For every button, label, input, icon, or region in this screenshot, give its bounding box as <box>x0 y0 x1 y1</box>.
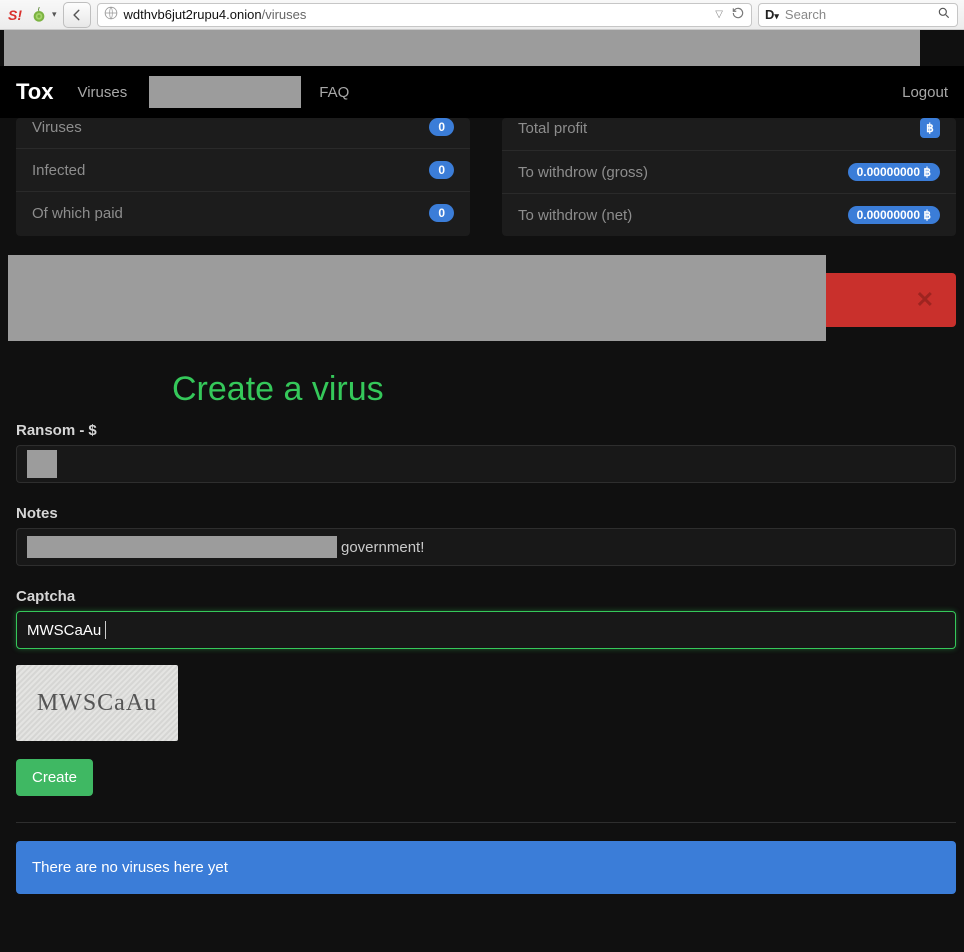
tor-onion-icon[interactable] <box>30 6 48 24</box>
nav-logout[interactable]: Logout <box>902 84 948 101</box>
onion-dropdown-icon[interactable]: ▾ <box>52 9 57 20</box>
page-body: Tox Viruses FAQ Logout Viruses 0 Infecte… <box>0 30 964 952</box>
search-icon[interactable] <box>937 6 951 23</box>
captcha-image-text: MWSCaAu <box>37 690 157 717</box>
redacted-notes-prefix <box>27 536 337 558</box>
stat-value-badge: 0.00000000 ฿ <box>848 163 940 181</box>
search-bar[interactable]: D▾ Search <box>758 3 958 27</box>
stat-value-badge: 0 <box>429 204 454 222</box>
navbar: Tox Viruses FAQ Logout <box>0 66 964 118</box>
stats-panel-right: Total profit ฿ To withdrow (gross) 0.000… <box>502 118 956 236</box>
browser-toolbar: S! ▾ wdthvb6jut2rupu4.onion/viruses ▽ D▾… <box>0 0 964 30</box>
stat-label: To withdrow (gross) <box>518 164 648 181</box>
search-placeholder: Search <box>785 7 826 22</box>
dropdown-history-icon[interactable]: ▽ <box>715 9 723 20</box>
stat-value-badge: 0 <box>429 161 454 179</box>
captcha-input[interactable]: MWSCaAu <box>16 611 956 649</box>
captcha-image: MWSCaAu <box>16 665 178 741</box>
alert-zone: ✕ <box>8 255 956 351</box>
nav-viruses[interactable]: Viruses <box>77 84 127 101</box>
stat-paid: Of which paid 0 <box>16 191 470 234</box>
stat-total-profit: Total profit ฿ <box>502 118 956 150</box>
brand-logo[interactable]: Tox <box>16 79 53 105</box>
search-engine-icon[interactable]: D▾ <box>765 7 779 22</box>
notes-label: Notes <box>16 505 956 522</box>
stat-label: Of which paid <box>32 205 123 222</box>
stat-label: Total profit <box>518 120 587 137</box>
text-caret <box>105 621 106 639</box>
stat-label: Viruses <box>32 119 82 136</box>
create-virus-heading: Create a virus <box>172 370 384 409</box>
back-button[interactable] <box>63 2 91 28</box>
redacted-banner-top <box>4 30 920 66</box>
stat-value-badge: 0 <box>429 118 454 136</box>
extension-icon[interactable]: S! <box>6 6 24 24</box>
globe-icon <box>104 6 118 23</box>
stat-infected: Infected 0 <box>16 148 470 191</box>
dollar-icon: $ <box>88 422 96 439</box>
create-virus-form: Ransom - $ Notes government! Captcha MWS… <box>16 422 956 894</box>
stats-panel-left: Viruses 0 Infected 0 Of which paid 0 <box>16 118 470 236</box>
stat-label: Infected <box>32 162 85 179</box>
redacted-ransom-value <box>27 450 57 478</box>
captcha-input-value: MWSCaAu <box>27 622 101 639</box>
arrow-left-icon <box>70 8 84 22</box>
stat-viruses: Viruses 0 <box>16 118 470 148</box>
stat-label: To withdrow (net) <box>518 207 632 224</box>
notes-suffix-text: government! <box>341 539 424 556</box>
info-banner: There are no viruses here yet <box>16 841 956 894</box>
nav-faq[interactable]: FAQ <box>319 84 349 101</box>
url-bar[interactable]: wdthvb6jut2rupu4.onion/viruses ▽ <box>97 3 752 27</box>
stat-value-badge: 0.00000000 ฿ <box>848 206 940 224</box>
close-icon[interactable]: ✕ <box>916 287 934 313</box>
stat-withdraw-gross: To withdrow (gross) 0.00000000 ฿ <box>502 150 956 193</box>
stat-value-badge: ฿ <box>920 118 940 138</box>
redacted-alert-cover <box>8 255 826 341</box>
reload-icon[interactable] <box>731 6 745 23</box>
divider <box>16 822 956 823</box>
url-host: wdthvb6jut2rupu4.onion/viruses <box>124 7 307 22</box>
stats-row: Viruses 0 Infected 0 Of which paid 0 Tot… <box>16 118 956 236</box>
stat-withdraw-net: To withdrow (net) 0.00000000 ฿ <box>502 193 956 236</box>
ransom-input[interactable] <box>16 445 956 483</box>
captcha-label: Captcha <box>16 588 956 605</box>
notes-input[interactable]: government! <box>16 528 956 566</box>
redacted-nav-item <box>149 76 301 108</box>
ransom-label: Ransom - $ <box>16 422 956 439</box>
create-button[interactable]: Create <box>16 759 93 796</box>
